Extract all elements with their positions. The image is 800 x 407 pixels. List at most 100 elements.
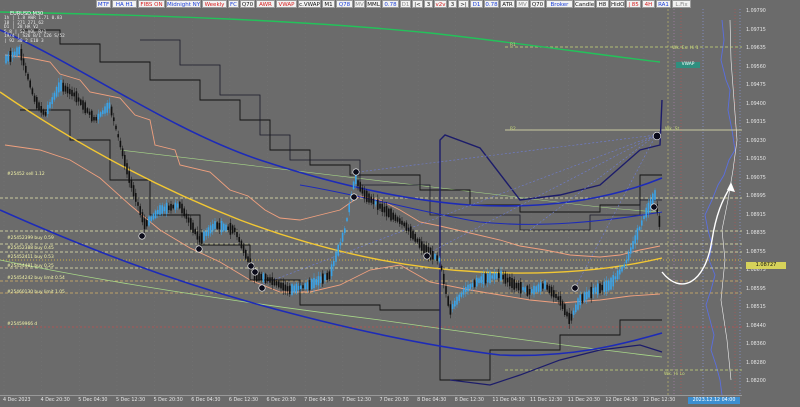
candle-body xyxy=(546,284,548,290)
candle-body xyxy=(227,226,229,231)
order-label[interactable]: #25452 sell 1.12 xyxy=(7,172,45,177)
candle-body xyxy=(418,238,421,248)
candle-body xyxy=(337,245,339,256)
order-label[interactable]: #25459966 d xyxy=(7,322,37,327)
candle-body xyxy=(561,301,564,310)
candle-body xyxy=(93,117,95,121)
order-label[interactable]: #25452399 buy 0.59 xyxy=(7,236,54,241)
candle-body xyxy=(304,283,306,290)
candle-body xyxy=(381,203,383,212)
candle-body xyxy=(119,140,122,148)
candle-body xyxy=(550,286,553,297)
candle-body xyxy=(143,218,146,230)
chart-grid xyxy=(3,9,645,395)
price-tick-label: 1.09230 xyxy=(746,138,766,144)
candle-body xyxy=(355,174,357,185)
candle-body xyxy=(372,198,375,205)
candle-body xyxy=(610,277,612,290)
candle-body xyxy=(522,287,524,291)
candle-body xyxy=(25,65,27,73)
candle-body xyxy=(471,283,474,287)
candle-body xyxy=(564,304,566,316)
candle-body xyxy=(216,222,218,229)
time-tick-label: 12 Dec 04:30 xyxy=(605,398,638,403)
candle-body xyxy=(605,280,608,292)
candle-body xyxy=(632,241,634,249)
info-row: | 92 30 2 E10 3 xyxy=(4,38,44,44)
swing-line-2 xyxy=(449,344,663,386)
time-tick-label: 8 Dec 04:30 xyxy=(417,398,447,403)
candle-body xyxy=(108,102,111,109)
price-tick-label: 1.09715 xyxy=(746,27,766,33)
price-tick-label: 1.08995 xyxy=(746,194,766,199)
candle-body xyxy=(643,215,645,220)
candle-body xyxy=(539,282,542,292)
order-label[interactable]: #25452411 buy 0.53 xyxy=(7,255,54,260)
candle-body xyxy=(504,273,507,284)
candle-body xyxy=(75,91,78,103)
candle-body xyxy=(509,276,511,287)
candle-body xyxy=(489,271,491,284)
candle-body xyxy=(641,220,643,226)
candle-body xyxy=(421,241,423,251)
price-tick-label: 1.09075 xyxy=(746,175,766,181)
order-label[interactable]: #25454242 buy limit 0.54 xyxy=(7,276,65,281)
candle-body xyxy=(396,217,399,222)
candle-body xyxy=(29,80,31,88)
candle-body xyxy=(511,277,513,289)
regression-yellow xyxy=(0,91,663,274)
candle-body xyxy=(374,201,377,205)
candle-body xyxy=(176,203,179,208)
price-chart[interactable] xyxy=(0,0,742,395)
candle-body xyxy=(652,193,654,206)
candle-body xyxy=(348,204,350,213)
candle-body xyxy=(473,280,476,287)
candle-body xyxy=(297,285,300,290)
candle-body xyxy=(597,283,599,295)
candle-body xyxy=(458,294,460,301)
candle-body xyxy=(619,269,621,275)
candle-body xyxy=(141,212,144,223)
order-label[interactable]: #25454481 buy 0.25 xyxy=(7,264,54,269)
candle-body xyxy=(495,273,498,279)
level-label-r1: R1 xyxy=(510,43,516,48)
candle-body xyxy=(484,273,487,284)
candle-body xyxy=(352,181,355,190)
candle-body xyxy=(203,231,205,241)
donchian-upper xyxy=(20,29,662,213)
candle-body xyxy=(58,82,60,93)
candle-body xyxy=(308,280,311,291)
candle-body xyxy=(460,292,463,297)
candle-body xyxy=(480,276,482,284)
price-tick-label: 1.08755 xyxy=(746,249,766,255)
price-tick-label: 1.08280 xyxy=(746,360,766,366)
candle-body xyxy=(220,220,223,233)
candle-body xyxy=(64,85,67,92)
candle-body xyxy=(27,73,29,80)
candle-body xyxy=(194,229,196,235)
time-axis[interactable]: 4 Dec 2023 4 Dec 20:30 5 Dec 04:30 5 Dec 12… xyxy=(0,395,742,407)
candle-body xyxy=(247,256,249,263)
candle-body xyxy=(462,289,465,295)
candle-body xyxy=(333,261,335,267)
candle-body xyxy=(273,279,276,286)
candle-body xyxy=(594,287,597,293)
order-label[interactable]: #25452388 buy 0.45 xyxy=(7,246,54,251)
candle-body xyxy=(544,280,546,290)
candle-body xyxy=(97,113,100,120)
candle-body xyxy=(528,288,531,295)
candle-body xyxy=(645,207,647,218)
candle-body xyxy=(291,284,293,295)
candle-body xyxy=(392,212,394,220)
candle-body xyxy=(172,205,174,209)
candle-body xyxy=(99,112,102,117)
candle-body xyxy=(18,46,20,55)
candle-body xyxy=(328,271,331,280)
order-label[interactable]: #25460130 buy limit 1.05 xyxy=(7,290,65,295)
candle-body xyxy=(440,265,443,271)
candle-body xyxy=(436,255,438,261)
candle-body xyxy=(139,206,141,216)
candle-body xyxy=(454,300,456,307)
price-axis[interactable]: 1.09790 1.09715 1.09635 1.09560 1.09475 1.094… xyxy=(742,9,800,395)
candle-body xyxy=(286,286,289,292)
